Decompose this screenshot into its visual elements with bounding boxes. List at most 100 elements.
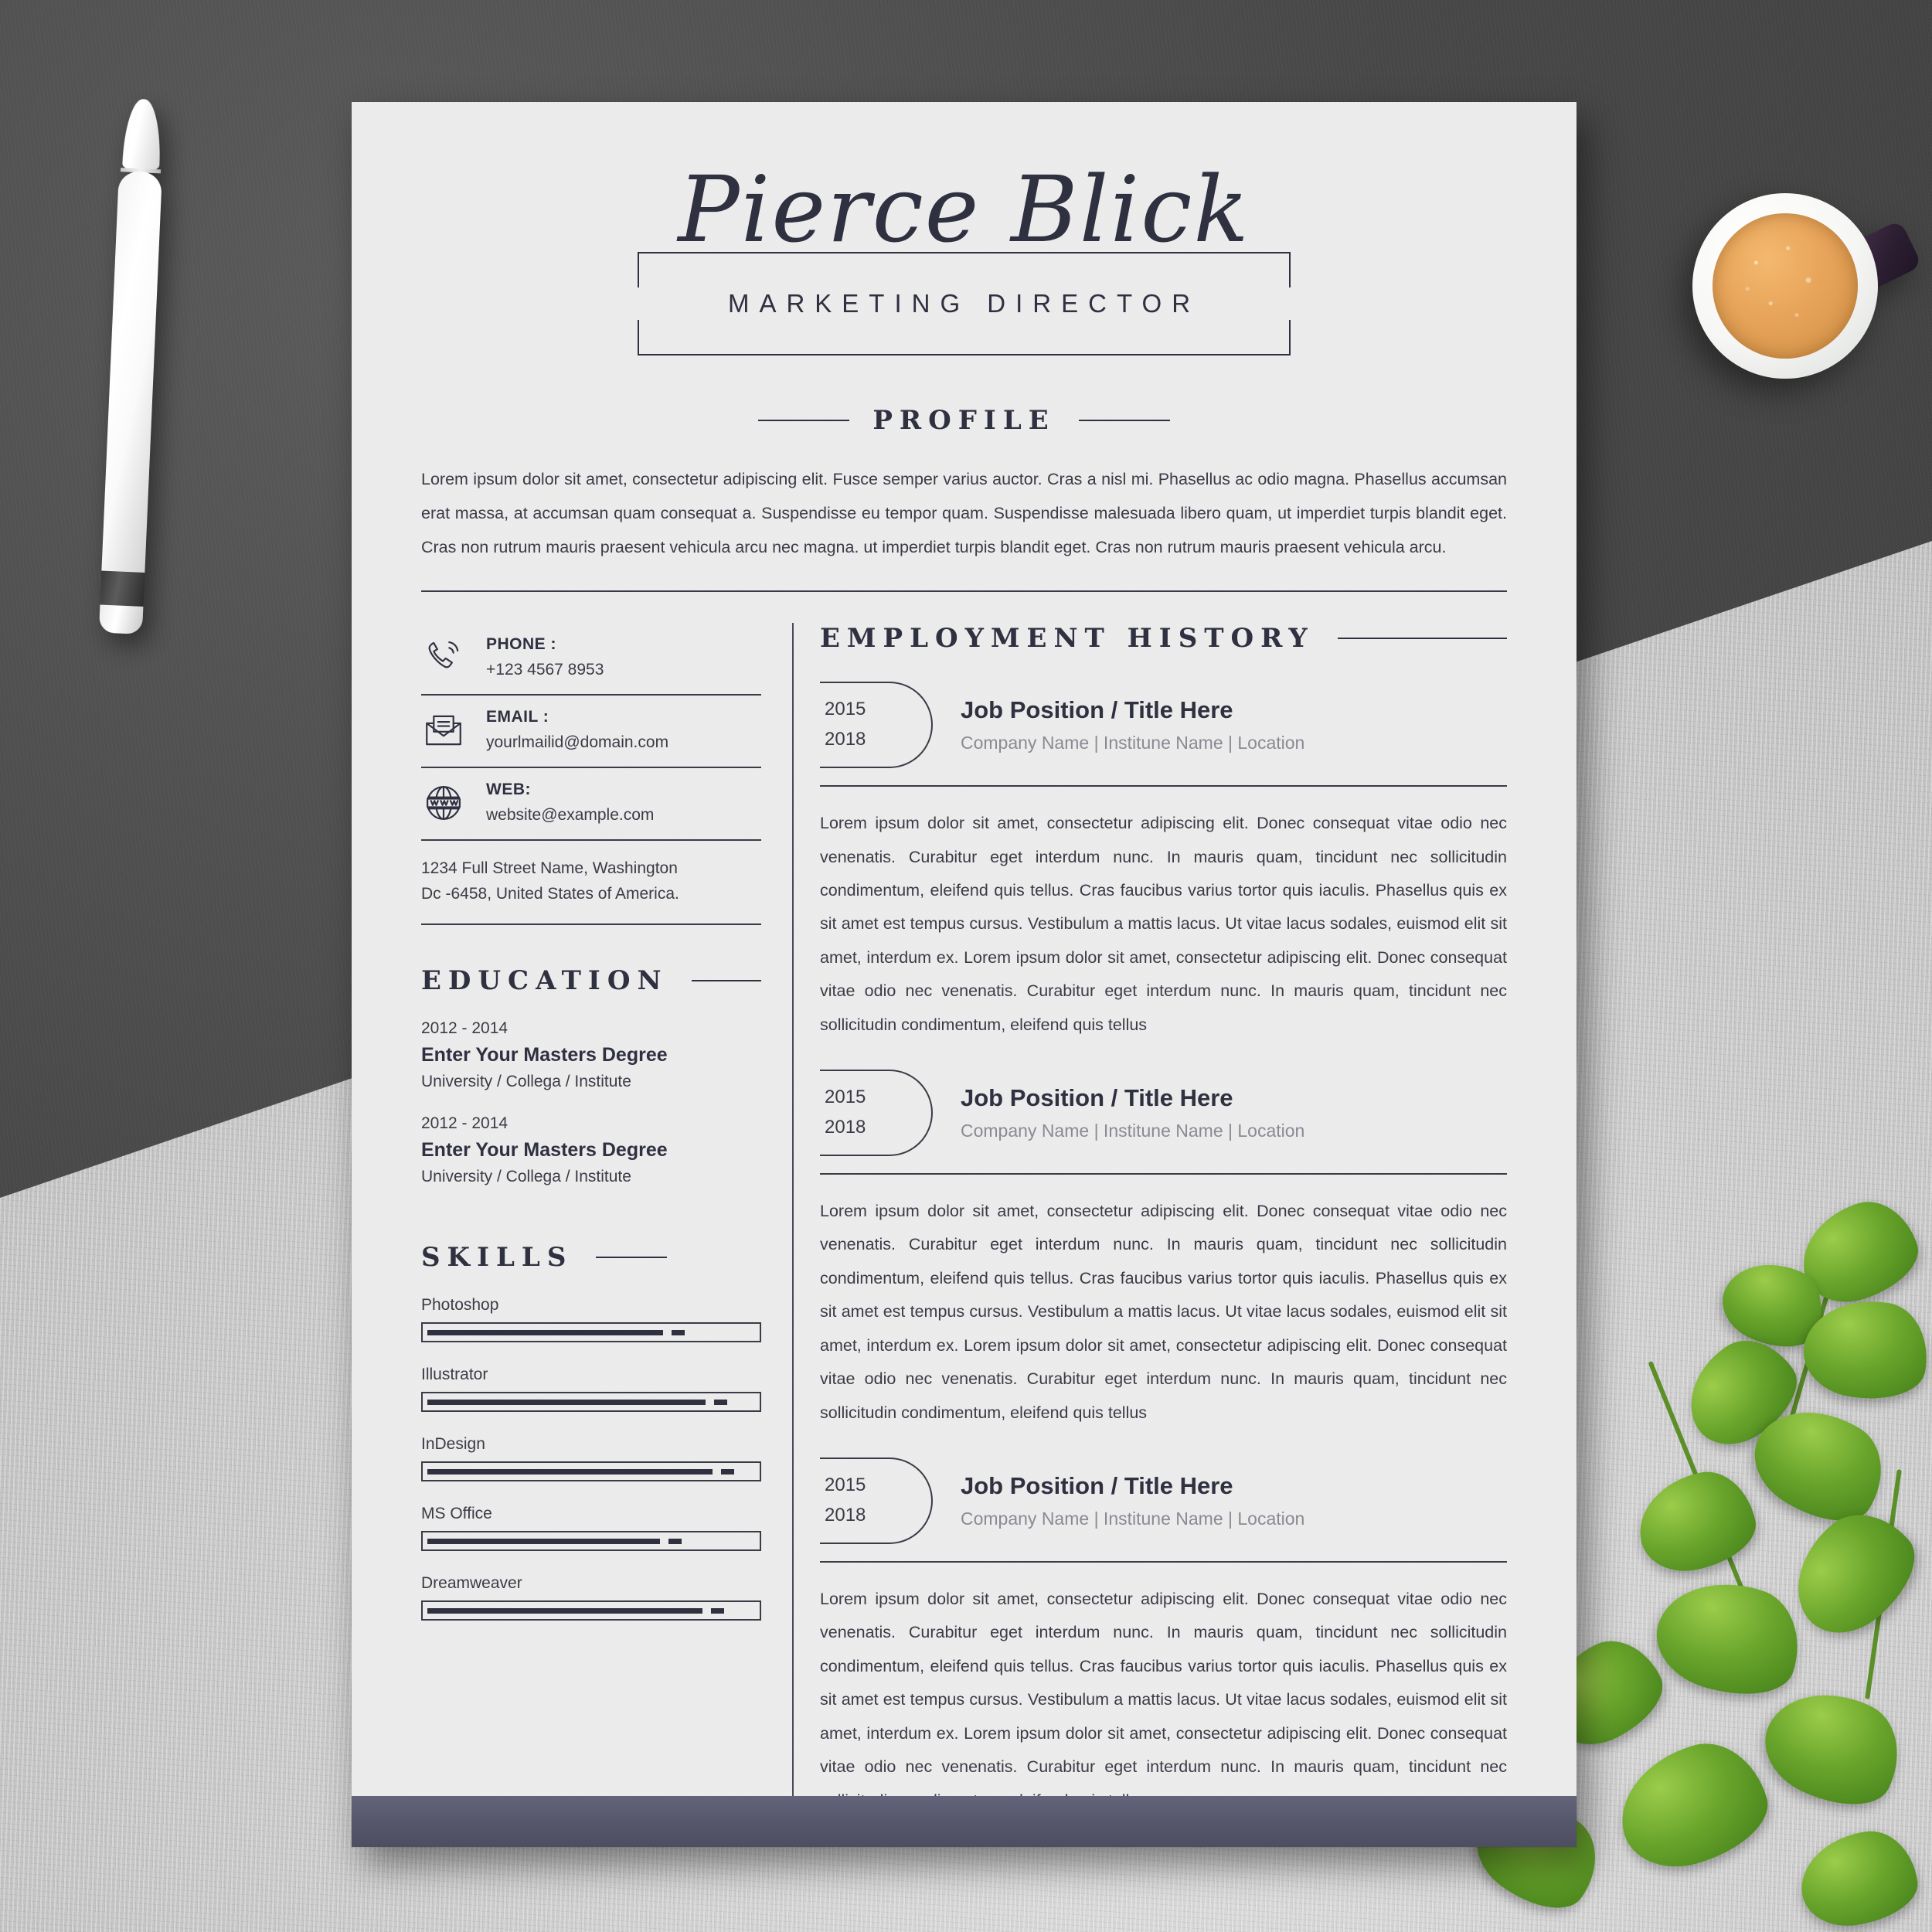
skill-bar-fill <box>427 1607 703 1614</box>
contact-phone-value: +123 4567 8953 <box>486 661 604 679</box>
frame-tick-bottom-left <box>638 319 639 355</box>
education-years: 2012 - 2014 <box>421 1114 509 1133</box>
profile-divider <box>421 590 1507 593</box>
skills-heading: SKILLS <box>421 1242 573 1274</box>
contact-phone-text: PHONE : +123 4567 8953 <box>486 635 604 679</box>
job-description: Lorem ipsum dolor sit amet, consectetur … <box>820 1202 1507 1422</box>
skill-name: Dreamweaver <box>421 1574 522 1593</box>
education-degree: Enter Your Masters Degree <box>421 1139 668 1162</box>
candidate-job-title: MARKETING DIRECTOR <box>727 288 1201 318</box>
skill-item: Illustrator <box>421 1366 761 1413</box>
job-header: 2015 2018 Job Position / Title Here Comp… <box>820 1457 1507 1544</box>
job-date-badge: 2015 2018 <box>820 682 933 769</box>
skill-bar-dash <box>672 1329 685 1335</box>
skill-name: Photoshop <box>421 1296 499 1315</box>
skill-item: Dreamweaver <box>421 1574 761 1621</box>
stylus-cap <box>98 604 144 634</box>
skills-rule <box>596 1257 668 1259</box>
skill-item: MS Office <box>421 1505 761 1552</box>
job-date-badge: 2015 2018 <box>820 1457 933 1544</box>
job-year-end: 2018 <box>825 1117 866 1138</box>
contact-item-phone[interactable]: PHONE : +123 4567 8953 <box>421 623 761 694</box>
contact-address: 1234 Full Street Name, Washington Dc -64… <box>421 839 761 926</box>
job-header: 2015 2018 Job Position / Title Here Comp… <box>820 1070 1507 1157</box>
education-heading-row: EDUCATION <box>421 965 761 996</box>
skill-bar-fill <box>427 1468 713 1475</box>
employment-heading-row: EMPLOYMENT HISTORY <box>820 623 1507 654</box>
contact-section: PHONE : +123 4567 8953 EMAIL: yourlmail… <box>421 623 761 926</box>
contact-item-web[interactable]: WEB: website@example.com <box>421 767 761 839</box>
mockup-scene: Pierce Blick MARKETING DIRECTOR PROFILE … <box>0 0 1932 1932</box>
job-company: Company Name | Institune Name | Location <box>961 733 1305 753</box>
education-degree: Enter Your Masters Degree <box>421 1044 668 1066</box>
job-date-badge: 2015 2018 <box>820 1070 933 1157</box>
skill-item: Photoshop <box>421 1296 761 1343</box>
job-meta: Job Position / Title Here Company Name |… <box>933 1084 1304 1141</box>
profile-heading: PROFILE <box>872 404 1056 436</box>
job-title-frame: MARKETING DIRECTOR <box>638 246 1291 362</box>
frame-tick-bottom-right <box>1289 319 1291 355</box>
job-description: Lorem ipsum dolor sit amet, consectetur … <box>820 814 1507 1034</box>
job-year-end: 2018 <box>825 729 866 750</box>
skill-bar-dash <box>668 1538 682 1544</box>
job-entry: 2015 2018 Job Position / Title Here Comp… <box>820 682 1507 1042</box>
job-year-start: 2015 <box>825 699 866 720</box>
skill-bar-dash <box>720 1468 734 1475</box>
contact-phone-label: PHONE : <box>486 635 557 654</box>
education-institute: University / Collega / Institute <box>421 1073 631 1091</box>
job-company: Company Name | Institune Name | Location <box>961 1121 1305 1141</box>
education-item: 2012 - 2014 Enter Your Masters Degree Un… <box>421 1019 761 1091</box>
skill-bar <box>421 1322 761 1343</box>
employment-rule <box>1337 638 1507 640</box>
resume-page: Pierce Blick MARKETING DIRECTOR PROFILE … <box>352 102 1577 1847</box>
education-heading: EDUCATION <box>421 965 668 997</box>
contact-web-value: website@example.com <box>486 806 655 825</box>
stylus-tip <box>122 98 163 172</box>
contact-web-label: WEB: <box>486 781 531 799</box>
address-line-1: 1234 Full Street Name, Washington <box>421 859 678 878</box>
left-column: PHONE : +123 4567 8953 EMAIL: yourlmail… <box>421 623 792 1818</box>
contact-email-text: EMAIL : yourlmailid@domain.com <box>486 708 668 752</box>
column-divider <box>792 623 794 1818</box>
skill-name: MS Office <box>421 1505 492 1523</box>
address-line-2: Dc -6458, United States of America. <box>421 884 679 903</box>
job-company: Company Name | Institune Name | Location <box>961 1508 1305 1529</box>
skill-bar-fill <box>427 1538 660 1544</box>
coffee-cup-top-view <box>1692 193 1923 379</box>
skill-bar-fill <box>427 1329 664 1335</box>
education-section: EDUCATION 2012 - 2014 Enter Your Masters… <box>421 965 761 1186</box>
frame-bottom-line <box>638 353 1291 355</box>
contact-item-email[interactable]: EMAIL : yourlmailid@domain.com <box>421 694 761 767</box>
skill-bar <box>421 1461 761 1482</box>
profile-section: PROFILE Lorem ipsum dolor sit amet, cons… <box>421 405 1507 593</box>
job-position: Job Position / Title Here <box>961 696 1233 724</box>
job-year-start: 2015 <box>825 1087 866 1108</box>
job-description: Lorem ipsum dolor sit amet, consectetur … <box>820 1589 1507 1810</box>
contact-email-value: yourlmailid@domain.com <box>486 733 669 752</box>
page-footer-bar <box>352 1796 1577 1847</box>
resume-body-columns: PHONE : +123 4567 8953 EMAIL: yourlmail… <box>421 623 1507 1818</box>
profile-rule-right <box>1078 419 1170 421</box>
employment-heading: EMPLOYMENT HISTORY <box>820 623 1315 655</box>
job-year-end: 2018 <box>825 1504 866 1526</box>
phone-icon <box>428 641 459 668</box>
skills-heading-row: SKILLS <box>421 1242 761 1273</box>
stylus-band <box>100 570 145 608</box>
job-divider <box>820 1173 1507 1175</box>
contact-web-text: WEB: website@example.com <box>486 781 654 825</box>
profile-heading-row: PROFILE <box>421 405 1507 436</box>
job-entry: 2015 2018 Job Position / Title Here Comp… <box>820 1457 1507 1818</box>
education-institute: University / Collega / Institute <box>421 1168 631 1186</box>
job-year-start: 2015 <box>825 1475 866 1496</box>
skill-name: InDesign <box>421 1435 485 1454</box>
profile-rule-left <box>758 419 850 421</box>
email-icon <box>426 715 461 746</box>
skill-item: InDesign <box>421 1435 761 1482</box>
coffee-surface <box>1713 213 1858 359</box>
skill-bar <box>421 1392 761 1413</box>
education-rule <box>691 980 761 982</box>
skill-bar-dash <box>714 1399 728 1405</box>
skill-bar <box>421 1531 761 1552</box>
employment-section: EMPLOYMENT HISTORY 2015 2018 Job Positio… <box>820 623 1507 1818</box>
web-globe-icon <box>427 786 461 821</box>
